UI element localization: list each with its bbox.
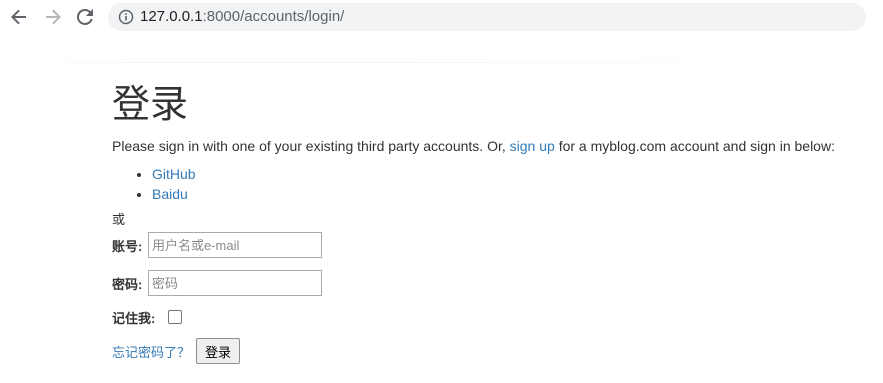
back-button[interactable] [7,5,31,29]
url-host: 127.0.0.1 [140,8,203,25]
page-title: 登录 [112,84,189,126]
provider-list: GitHub Baidu [112,164,872,204]
username-input[interactable] [148,232,322,258]
intro-text: Please sign in with one of your existing… [112,136,872,156]
remember-label: 记住我: [112,310,156,326]
forward-button[interactable] [41,5,65,29]
or-separator: 或 [112,212,126,227]
provider-item-baidu: Baidu [152,184,872,204]
login-content: 登录 Please sign in with one of your exist… [112,80,872,364]
login-button[interactable]: 登录 [196,338,241,364]
password-row: 密码: [112,270,872,296]
remember-row: 记住我: [112,306,872,328]
username-label: 账号: [112,238,143,254]
password-label: 密码: [112,276,143,292]
actions-row: 忘记密码了？ 登录 [112,338,872,364]
intro-before: Please sign in with one of your existing… [112,138,510,154]
browser-toolbar: 127.0.0.1:8000/accounts/login/ [0,0,883,34]
url-path: :8000/accounts/login/ [202,8,345,25]
remember-checkbox[interactable] [168,310,182,324]
reload-icon [77,9,93,25]
back-arrow-icon [11,9,26,25]
address-bar[interactable]: 127.0.0.1:8000/accounts/login/ [108,3,866,31]
github-login-link[interactable]: GitHub [152,166,196,182]
forward-arrow-icon [46,9,61,25]
info-icon[interactable] [118,9,134,25]
forgot-password-link[interactable]: 忘记密码了？ [112,342,190,361]
reload-button[interactable] [73,5,97,29]
url-text[interactable]: 127.0.0.1:8000/accounts/login/ [140,8,344,26]
intro-after: for a myblog.com account and sign in bel… [554,138,835,154]
provider-item-github: GitHub [152,164,872,184]
username-row: 账号: [112,232,872,258]
header-divider [0,62,883,63]
signup-link[interactable]: sign up [510,138,555,154]
password-input[interactable] [148,270,322,296]
baidu-login-link[interactable]: Baidu [152,186,188,202]
